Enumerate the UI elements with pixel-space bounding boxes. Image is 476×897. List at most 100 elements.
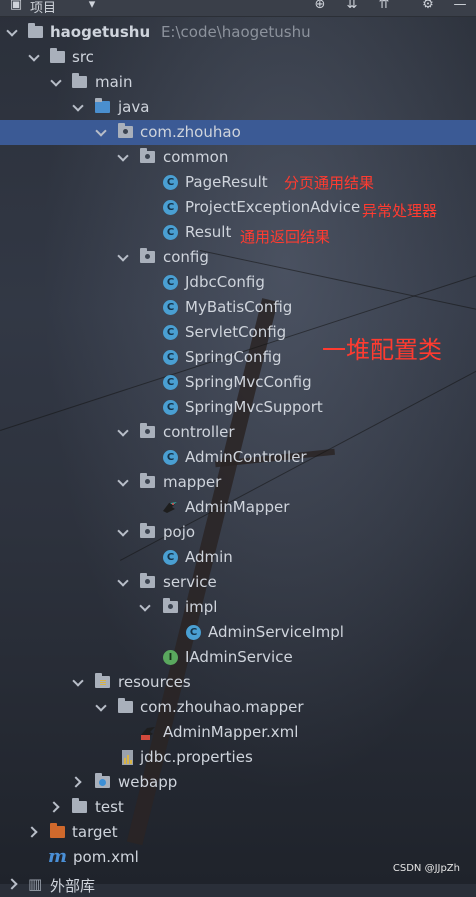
chevron-down-icon[interactable] bbox=[95, 700, 107, 712]
tree-label-class: AdminController bbox=[185, 448, 307, 466]
gear-icon[interactable]: ⚙ bbox=[420, 0, 436, 13]
chevron-down-icon[interactable] bbox=[117, 525, 129, 537]
tree-row-java[interactable]: java bbox=[0, 95, 476, 120]
tree-row-test[interactable]: test bbox=[0, 795, 476, 820]
project-view-icon[interactable]: ▣ bbox=[8, 0, 24, 13]
class-icon: C bbox=[163, 225, 178, 240]
tree-row-controller[interactable]: controller bbox=[0, 420, 476, 445]
tree-row-mapper-interface[interactable]: AdminMapper bbox=[0, 495, 476, 520]
folder-icon bbox=[72, 73, 87, 88]
tree-label-external: 外部库 bbox=[50, 877, 96, 895]
locate-icon[interactable]: ⊕ bbox=[312, 0, 328, 13]
tree-row-class[interactable]: C AdminServiceImpl bbox=[0, 620, 476, 645]
chevron-down-icon[interactable] bbox=[95, 125, 107, 137]
chevron-down-icon[interactable] bbox=[117, 475, 129, 487]
tree-label-webapp: webapp bbox=[118, 773, 178, 791]
watermark: CSDN @JJpZh bbox=[392, 863, 460, 874]
tree-row-class[interactable]: C SpringMvcSupport bbox=[0, 395, 476, 420]
tree-row-class[interactable]: C JdbcConfig bbox=[0, 270, 476, 295]
tree-label-common: common bbox=[163, 148, 229, 166]
tree-label-main: main bbox=[95, 73, 133, 91]
tree-row-common[interactable]: common bbox=[0, 145, 476, 170]
tree-label-test: test bbox=[95, 798, 124, 816]
tree-row-properties[interactable]: jdbc.properties bbox=[0, 745, 476, 770]
class-icon: C bbox=[163, 450, 178, 465]
tree-row-class[interactable]: C MyBatisConfig bbox=[0, 295, 476, 320]
chevron-down-icon[interactable] bbox=[139, 600, 151, 612]
tree-row-package[interactable]: com.zhouhao bbox=[0, 120, 476, 145]
tree-label-interface: IAdminService bbox=[185, 648, 293, 666]
tree-row-target[interactable]: target bbox=[0, 820, 476, 845]
chevron-down-icon[interactable] bbox=[28, 50, 40, 62]
tree-row-class[interactable]: C PageResult bbox=[0, 170, 476, 195]
web-folder-icon bbox=[95, 773, 110, 788]
tree-row-class[interactable]: C AdminController bbox=[0, 445, 476, 470]
tree-label-pojo: pojo bbox=[163, 523, 196, 541]
chevron-right-icon[interactable] bbox=[26, 826, 38, 838]
tree-row-src[interactable]: src bbox=[0, 45, 476, 70]
tree-label-mapper-interface: AdminMapper bbox=[185, 498, 290, 516]
chevron-down-icon[interactable]: ▾ bbox=[84, 0, 100, 13]
chevron-down-icon[interactable] bbox=[117, 150, 129, 162]
tree-row-class[interactable]: C SpringMvcConfig bbox=[0, 370, 476, 395]
chevron-down-icon[interactable] bbox=[117, 250, 129, 262]
tree-row-class[interactable]: C Result bbox=[0, 220, 476, 245]
package-icon bbox=[140, 148, 155, 163]
chevron-down-icon[interactable] bbox=[50, 75, 62, 87]
tree-label-resources-pkg: com.zhouhao.mapper bbox=[140, 698, 304, 716]
tree-row-mapper[interactable]: mapper bbox=[0, 470, 476, 495]
annotation-config: 一堆配置类 bbox=[322, 336, 442, 364]
package-icon bbox=[163, 598, 178, 613]
tree-label-class: ServletConfig bbox=[185, 323, 287, 341]
collapse-all-icon[interactable]: ⇈ bbox=[376, 0, 392, 13]
chevron-down-icon[interactable] bbox=[72, 675, 84, 687]
chevron-down-icon[interactable] bbox=[72, 100, 84, 112]
expand-all-icon[interactable]: ⇊ bbox=[344, 0, 360, 13]
source-folder-icon bbox=[95, 98, 110, 113]
chevron-down-icon[interactable] bbox=[117, 575, 129, 587]
chevron-right-icon[interactable] bbox=[48, 801, 60, 813]
tree-row-config[interactable]: config bbox=[0, 245, 476, 270]
tree-row-resources[interactable]: resources bbox=[0, 670, 476, 695]
tree-label-controller: controller bbox=[163, 423, 235, 441]
chevron-down-icon[interactable] bbox=[6, 25, 18, 37]
chevron-right-icon[interactable] bbox=[6, 878, 18, 890]
mybatis-xml-icon bbox=[141, 727, 155, 740]
tree-row-xml[interactable]: AdminMapper.xml bbox=[0, 720, 476, 745]
tree-row-impl[interactable]: impl bbox=[0, 595, 476, 620]
tree-label-impl: impl bbox=[185, 598, 218, 616]
tree-row-project[interactable]: haogetushu E:\code\haogetushu bbox=[0, 20, 476, 45]
tree-row-external[interactable]: ▥ 外部库 bbox=[0, 872, 476, 897]
minimize-icon[interactable]: — bbox=[452, 0, 468, 13]
module-folder-icon bbox=[28, 23, 43, 38]
properties-file-icon bbox=[122, 750, 133, 765]
tree-row-resources-pkg[interactable]: com.zhouhao.mapper bbox=[0, 695, 476, 720]
chevron-right-icon[interactable] bbox=[70, 776, 82, 788]
class-icon: C bbox=[163, 550, 178, 565]
tree-label-xml: AdminMapper.xml bbox=[163, 723, 299, 741]
library-icon: ▥ bbox=[28, 875, 43, 893]
package-icon bbox=[140, 523, 155, 538]
tree-row-main[interactable]: main bbox=[0, 70, 476, 95]
folder-icon bbox=[50, 48, 65, 63]
package-icon bbox=[140, 248, 155, 263]
toolbar-title: 项目 bbox=[30, 1, 57, 16]
class-icon: C bbox=[163, 175, 178, 190]
tree-row-webapp[interactable]: webapp bbox=[0, 770, 476, 795]
chevron-down-icon[interactable] bbox=[117, 425, 129, 437]
tree-label-properties: jdbc.properties bbox=[140, 748, 253, 766]
tree-label-service: service bbox=[163, 573, 217, 591]
tree-row-interface[interactable]: I IAdminService bbox=[0, 645, 476, 670]
tree-row-pojo[interactable]: pojo bbox=[0, 520, 476, 545]
package-icon bbox=[118, 123, 133, 138]
tree-row-class[interactable]: C Admin bbox=[0, 545, 476, 570]
tree-label-class: SpringMvcConfig bbox=[185, 373, 312, 391]
project-name: haogetushu bbox=[50, 23, 151, 41]
class-icon: C bbox=[163, 300, 178, 315]
tree-row-service[interactable]: service bbox=[0, 570, 476, 595]
mybatis-bird-icon bbox=[163, 502, 177, 513]
package-icon bbox=[140, 423, 155, 438]
class-icon: C bbox=[163, 375, 178, 390]
annotation-exception: 异常处理器 bbox=[362, 202, 438, 220]
class-icon: C bbox=[163, 400, 178, 415]
